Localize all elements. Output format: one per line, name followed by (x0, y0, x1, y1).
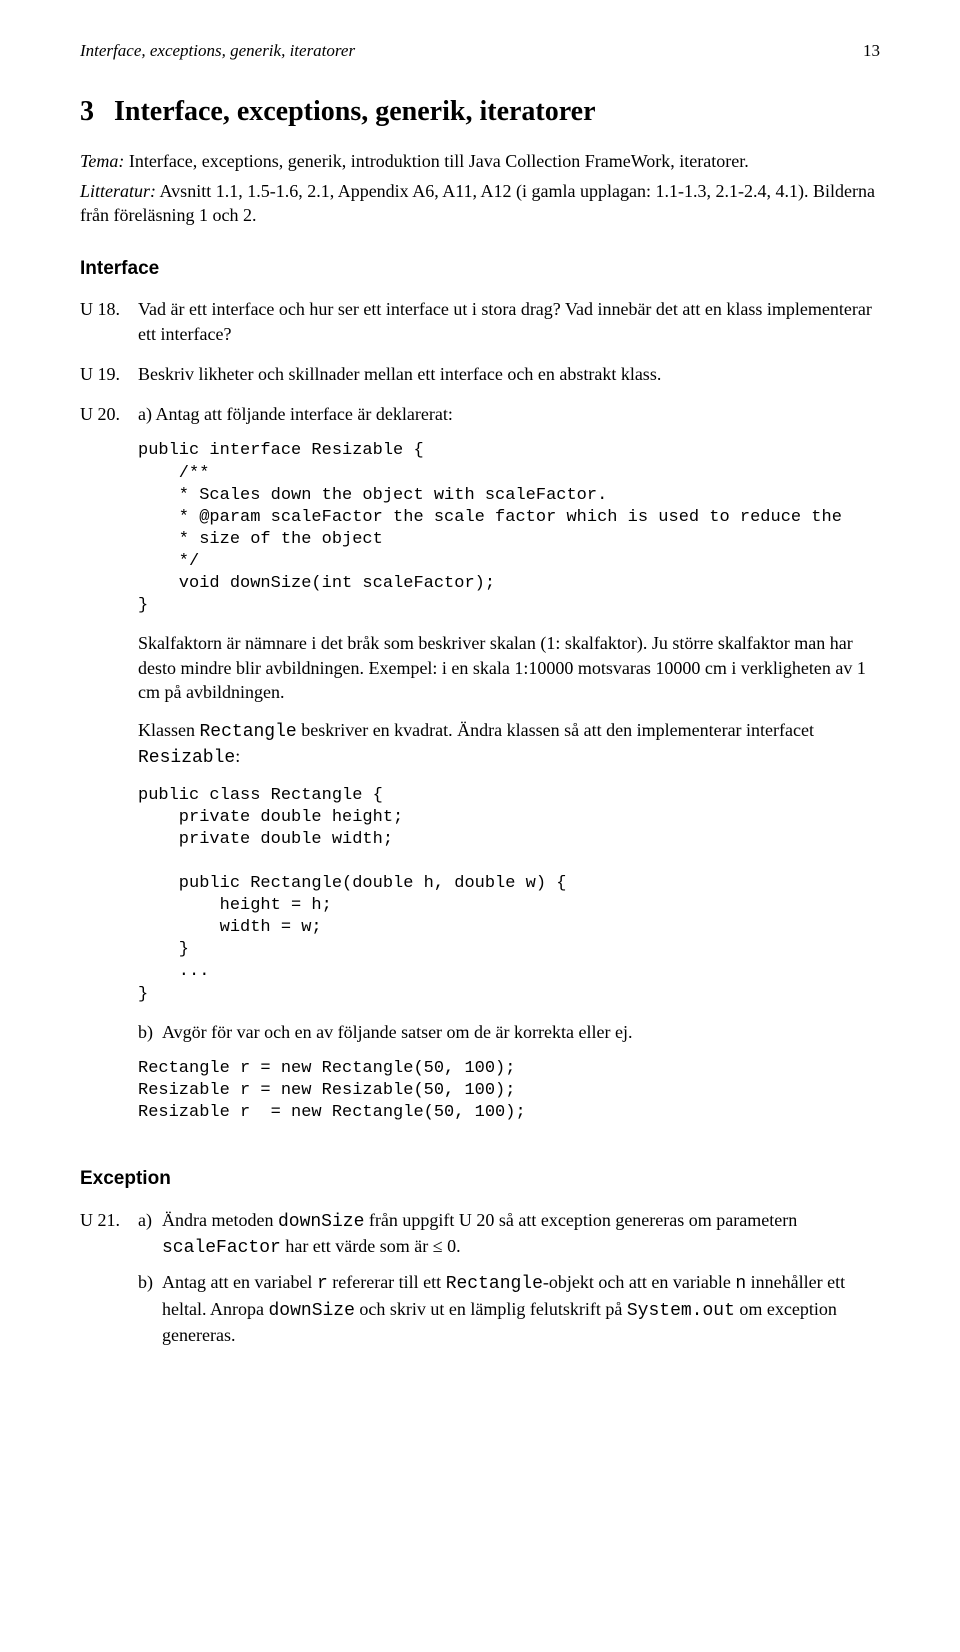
item-u20-para2: Klassen Rectangle beskriver en kvadrat. … (138, 718, 880, 771)
tema-line: Tema: Interface, exceptions, generik, in… (80, 149, 880, 173)
u21-a-t2: från uppgift U 20 så att exception gener… (364, 1210, 797, 1230)
tema-label: Tema: (80, 151, 124, 171)
running-head-text: Interface, exceptions, generik, iterator… (80, 40, 355, 63)
item-u21-b: b) Antag att en variabel r refererar til… (138, 1270, 880, 1347)
u21-a-c1: downSize (278, 1212, 364, 1232)
u20-para2-code1: Rectangle (200, 722, 297, 742)
u21-b-c1: r (317, 1274, 328, 1294)
item-u20-a-text: Antag att följande interface är deklarer… (156, 404, 453, 424)
item-u21-label: U 21. (80, 1208, 138, 1357)
item-u18-label: U 18. (80, 297, 138, 346)
litteratur-line: Litteratur: Avsnitt 1.1, 1.5-1.6, 2.1, A… (80, 179, 880, 228)
item-u20-a-line: a) Antag att följande interface är dekla… (138, 402, 880, 426)
tema-text: Interface, exceptions, generik, introduk… (124, 151, 748, 171)
item-u20: U 20. a) Antag att följande interface är… (80, 402, 880, 1138)
item-u21-b-body: Antag att en variabel r refererar till e… (162, 1270, 880, 1347)
item-u21-body: a) Ändra metoden downSize från uppgift U… (138, 1208, 880, 1357)
subhead-interface: Interface (80, 256, 880, 282)
item-u19: U 19. Beskriv likheter och skillnader me… (80, 362, 880, 386)
litteratur-text: Avsnitt 1.1, 1.5-1.6, 2.1, Appendix A6, … (80, 181, 875, 225)
u20-para2a: Klassen (138, 720, 200, 740)
item-u20-para1: Skalfaktorn är nämnare i det bråk som be… (138, 631, 880, 704)
code-rectangle-class: public class Rectangle { private double … (138, 785, 880, 1006)
item-u20-b: b) Avgör för var och en av följande sats… (138, 1020, 880, 1044)
u21-b-c2: Rectangle (446, 1274, 543, 1294)
item-u20-a-label: a) (138, 404, 152, 424)
u21-a-c2: scaleFactor (162, 1238, 281, 1258)
item-u20-b-text: Avgör för var och en av följande satser … (162, 1020, 880, 1044)
item-u19-label: U 19. (80, 362, 138, 386)
u21-b-c3: n (735, 1274, 746, 1294)
item-u19-text: Beskriv likheter och skillnader mellan e… (138, 362, 880, 386)
u20-para2c: : (235, 746, 240, 766)
item-u21-b-label: b) (138, 1270, 162, 1347)
page: Interface, exceptions, generik, iterator… (0, 0, 960, 1652)
item-u18-text: Vad är ett interface och hur ser ett int… (138, 297, 880, 346)
item-u20-body: a) Antag att följande interface är dekla… (138, 402, 880, 1138)
u20-para2-code2: Resizable (138, 748, 235, 768)
item-u20-b-label: b) (138, 1020, 162, 1044)
code-statements: Rectangle r = new Rectangle(50, 100); Re… (138, 1058, 880, 1124)
item-u21-a-body: Ändra metoden downSize från uppgift U 20… (162, 1208, 880, 1261)
subhead-exception: Exception (80, 1166, 880, 1192)
u21-b-c4: downSize (268, 1301, 354, 1321)
running-head: Interface, exceptions, generik, iterator… (80, 40, 880, 63)
item-u20-label: U 20. (80, 402, 138, 1138)
u21-a-t3: har ett värde som är ≤ 0. (281, 1236, 461, 1256)
u21-a-t1: Ändra metoden (162, 1210, 278, 1230)
u21-b-t5: och skriv ut en lämplig felutskrift på (355, 1299, 627, 1319)
u21-b-t3: -objekt och att en variable (543, 1272, 735, 1292)
page-number: 13 (863, 40, 880, 63)
item-u21-a-label: a) (138, 1208, 162, 1261)
u21-b-t2: refererar till ett (328, 1272, 446, 1292)
section-number: 3 (80, 93, 114, 131)
u20-para2b: beskriver en kvadrat. Ändra klassen så a… (297, 720, 814, 740)
u21-b-c5: System.out (627, 1301, 735, 1321)
item-u18: U 18. Vad är ett interface och hur ser e… (80, 297, 880, 346)
item-u18-body: Vad är ett interface och hur ser ett int… (138, 297, 880, 346)
item-u21-a: a) Ändra metoden downSize från uppgift U… (138, 1208, 880, 1261)
item-u19-body: Beskriv likheter och skillnader mellan e… (138, 362, 880, 386)
u21-b-t1: Antag att en variabel (162, 1272, 317, 1292)
litteratur-label: Litteratur: (80, 181, 156, 201)
code-resizable-interface: public interface Resizable { /** * Scale… (138, 440, 880, 617)
section-title-text: Interface, exceptions, generik, iterator… (114, 96, 596, 127)
item-u21: U 21. a) Ändra metoden downSize från upp… (80, 1208, 880, 1357)
section-title: 3Interface, exceptions, generik, iterato… (80, 93, 880, 131)
